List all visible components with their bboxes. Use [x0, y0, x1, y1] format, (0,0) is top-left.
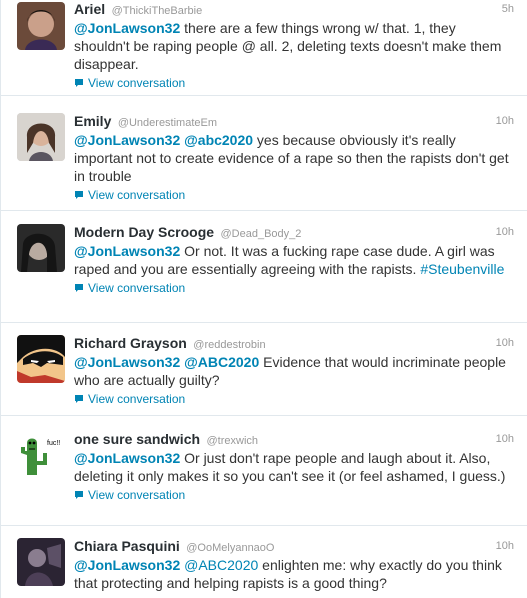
timestamp[interactable]: 10h: [496, 537, 514, 555]
mention-link[interactable]: @JonLawson32: [74, 20, 180, 36]
tweet-text: @JonLawson32 @abc2020 yes because obviou…: [74, 131, 514, 185]
fullname[interactable]: Ariel: [74, 1, 105, 17]
tweet-item[interactable]: Richard Grayson @reddestrobin 10h @JonLa…: [1, 323, 527, 416]
mention-link[interactable]: @JonLawson32: [74, 354, 180, 370]
tweet-item[interactable]: Ariel @ThickiTheBarbie 5h @JonLawson32 t…: [1, 0, 527, 96]
username[interactable]: @ThickiTheBarbie: [112, 5, 203, 17]
mention-link[interactable]: @JonLawson32: [74, 557, 180, 573]
tweet-text: @JonLawson32 @ABC2020 enlighten me: why …: [74, 556, 514, 592]
tweet-item[interactable]: fuc!! one sure sandwich @trexwich 10h @J…: [1, 416, 527, 526]
avatar[interactable]: [17, 335, 65, 383]
svg-text:fuc!!: fuc!!: [47, 440, 60, 447]
view-conversation-link[interactable]: View conversation: [74, 391, 514, 407]
tweet-item[interactable]: Modern Day Scrooge @Dead_Body_2 10h @Jon…: [1, 211, 527, 323]
fullname[interactable]: Richard Grayson: [74, 335, 187, 351]
tweet-header: Ariel @ThickiTheBarbie 5h: [74, 0, 514, 18]
username[interactable]: @OoMelyannaoO: [186, 542, 274, 554]
username[interactable]: @trexwich: [207, 435, 259, 447]
timestamp[interactable]: 10h: [496, 112, 514, 130]
tweet-header: one sure sandwich @trexwich 10h: [74, 430, 514, 448]
username[interactable]: @UnderestimateEm: [118, 117, 217, 129]
view-conversation-label: View conversation: [88, 188, 186, 202]
view-conversation-link[interactable]: View conversation: [74, 487, 514, 503]
tweet-header: Modern Day Scrooge @Dead_Body_2 10h: [74, 223, 514, 241]
mention-link[interactable]: @ABC2020: [184, 354, 259, 370]
tweet-text: @JonLawson32 Or not. It was a fucking ra…: [74, 242, 514, 278]
fullname[interactable]: one sure sandwich: [74, 431, 200, 447]
speech-bubble-icon: [74, 490, 84, 500]
timestamp[interactable]: 10h: [496, 223, 514, 241]
username[interactable]: @reddestrobin: [193, 339, 265, 351]
view-conversation-label: View conversation: [88, 392, 186, 406]
view-conversation-link[interactable]: View conversation: [74, 280, 514, 296]
tweet-header: Richard Grayson @reddestrobin 10h: [74, 334, 514, 352]
timestamp[interactable]: 10h: [496, 430, 514, 448]
tweet-text: @JonLawson32 Or just don't rape people a…: [74, 449, 514, 485]
mention-link[interactable]: @abc2020: [184, 132, 253, 148]
tweet-item[interactable]: Emily @UnderestimateEm 10h @JonLawson32 …: [1, 96, 527, 211]
view-conversation-label: View conversation: [88, 76, 186, 90]
avatar[interactable]: [17, 224, 65, 272]
speech-bubble-icon: [74, 190, 84, 200]
tweet-text: @JonLawson32 @ABC2020 Evidence that woul…: [74, 353, 514, 389]
tweet-header: Emily @UnderestimateEm 10h: [74, 112, 514, 130]
view-conversation-label: View conversation: [88, 488, 186, 502]
avatar[interactable]: [17, 538, 65, 586]
avatar[interactable]: [17, 2, 65, 50]
view-conversation-label: View conversation: [88, 281, 186, 295]
speech-bubble-icon: [74, 394, 84, 404]
fullname[interactable]: Modern Day Scrooge: [74, 224, 214, 240]
speech-bubble-icon: [74, 283, 84, 293]
timestamp[interactable]: 5h: [502, 0, 514, 18]
tweet-item[interactable]: Chiara Pasquini @OoMelyannaoO 10h @JonLa…: [1, 526, 527, 598]
mention-link[interactable]: @JonLawson32: [74, 450, 180, 466]
fullname[interactable]: Emily: [74, 113, 111, 129]
username[interactable]: @Dead_Body_2: [220, 228, 301, 240]
tweet-feed: Ariel @ThickiTheBarbie 5h @JonLawson32 t…: [0, 0, 527, 598]
tweet-header: Chiara Pasquini @OoMelyannaoO 10h: [74, 537, 514, 555]
avatar[interactable]: fuc!!: [17, 431, 65, 479]
view-conversation-link[interactable]: View conversation: [74, 187, 514, 203]
mention-link[interactable]: @JonLawson32: [74, 243, 180, 259]
mention-link[interactable]: @JonLawson32: [74, 132, 180, 148]
hashtag-link[interactable]: #Steubenville: [420, 261, 504, 277]
mention-link[interactable]: @ABC2020: [184, 557, 258, 573]
tweet-text: @JonLawson32 there are a few things wron…: [74, 19, 514, 73]
view-conversation-link[interactable]: View conversation: [74, 75, 514, 91]
timestamp[interactable]: 10h: [496, 334, 514, 352]
fullname[interactable]: Chiara Pasquini: [74, 538, 180, 554]
speech-bubble-icon: [74, 78, 84, 88]
avatar[interactable]: [17, 113, 65, 161]
